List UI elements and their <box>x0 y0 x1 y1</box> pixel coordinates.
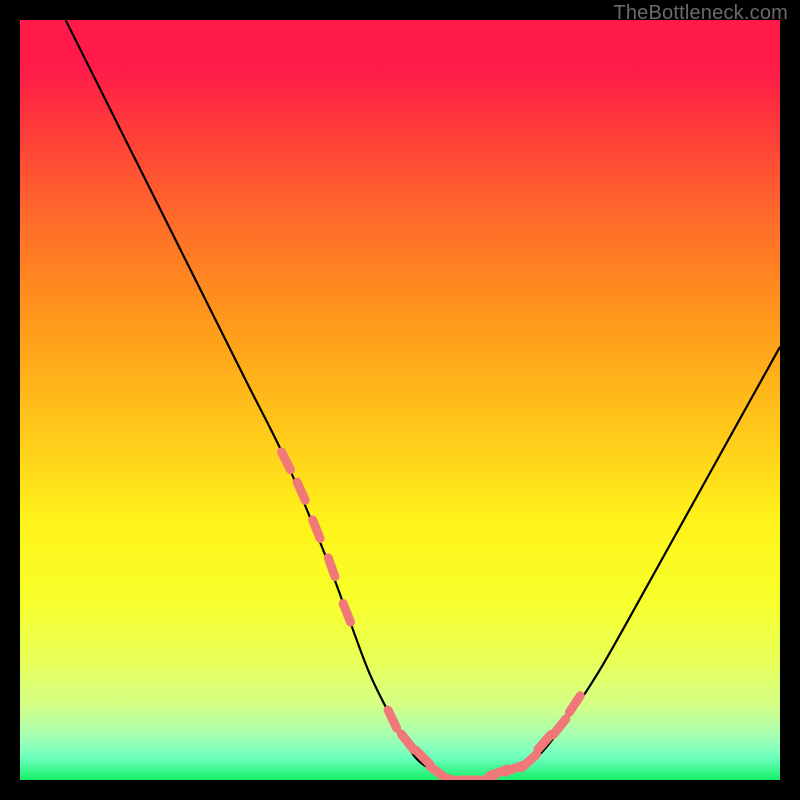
highlight-marker <box>538 735 551 750</box>
highlight-marker-group <box>282 452 581 780</box>
highlight-marker <box>553 719 565 735</box>
highlight-marker <box>401 734 413 750</box>
highlight-marker <box>313 520 320 539</box>
highlight-marker <box>282 452 291 470</box>
bottleneck-chart <box>20 20 780 780</box>
highlight-marker <box>388 710 397 728</box>
highlight-marker <box>343 604 350 623</box>
outer-frame: TheBottleneck.com <box>0 0 800 800</box>
highlight-marker <box>569 696 580 713</box>
highlight-marker <box>522 754 537 767</box>
highlight-marker <box>416 750 430 764</box>
highlight-marker <box>328 558 335 577</box>
bottleneck-curve-path <box>66 20 780 780</box>
highlight-marker <box>297 482 305 500</box>
plot-area <box>20 20 780 780</box>
